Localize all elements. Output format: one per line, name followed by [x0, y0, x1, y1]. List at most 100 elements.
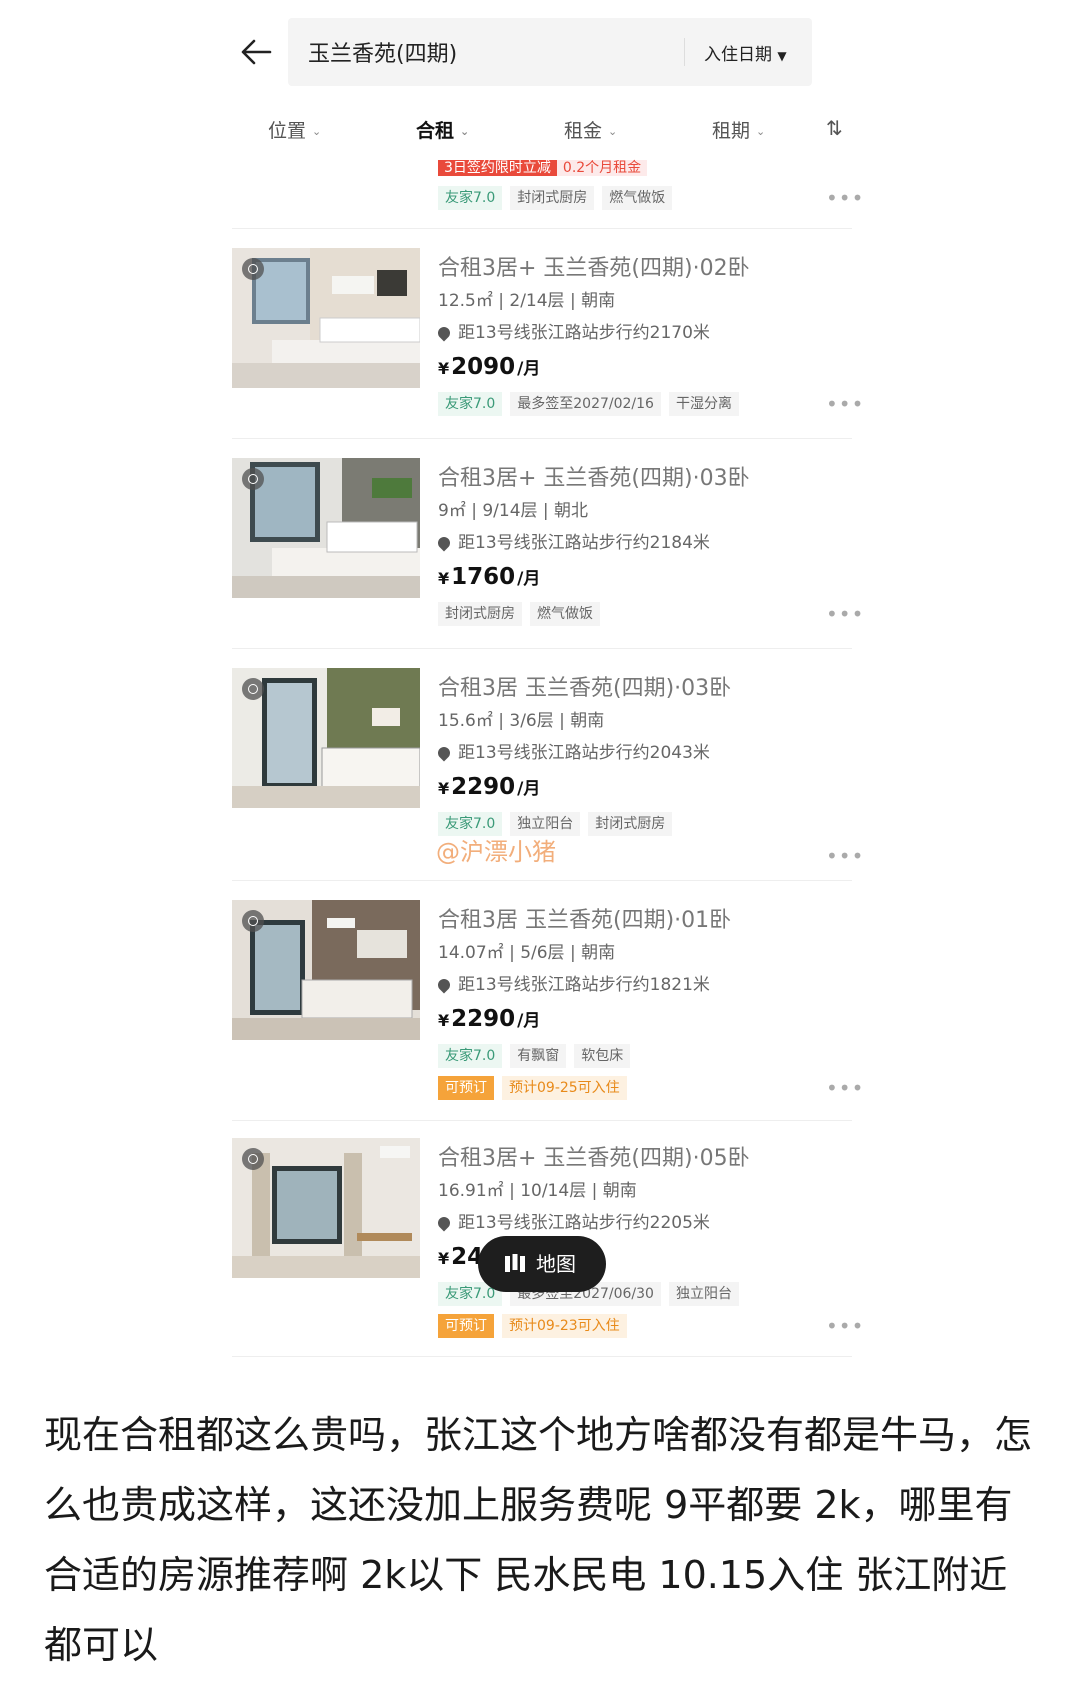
listing-meta: 12.5㎡ | 2/14层 | 朝南 [438, 291, 616, 311]
caret-down-icon: ▼ [777, 49, 787, 63]
more-options-icon[interactable]: ••• [826, 602, 864, 626]
room-photo [232, 1138, 420, 1278]
room-photo [232, 248, 420, 388]
vr-tour-icon [242, 468, 264, 490]
promo-discount-label: 3日签约限时立减 [438, 160, 557, 176]
filter-lease-term[interactable]: 租期 ⌄ [712, 116, 765, 143]
location-pin-icon [435, 1214, 453, 1232]
chevron-down-icon: ⌄ [312, 125, 322, 138]
chevron-down-icon: ⌄ [608, 125, 618, 138]
location-text: 距13号线张江路站步行约2043米 [458, 743, 710, 763]
divider [232, 1356, 852, 1357]
currency-symbol: ¥ [438, 569, 450, 588]
price-value: 2290 [451, 1006, 516, 1032]
more-options-icon[interactable]: ••• [826, 1314, 864, 1338]
more-options-icon[interactable]: ••• [826, 1076, 864, 1100]
tag: 干湿分离 [668, 392, 739, 416]
price-unit: /月 [517, 1011, 541, 1031]
divider [232, 648, 852, 649]
listing-card[interactable]: 合租3居+ 玉兰香苑(四期)·02卧 12.5㎡ | 2/14层 | 朝南 距1… [232, 248, 863, 478]
listing-card[interactable]: 合租3居 玉兰香苑(四期)·01卧 14.07㎡ | 5/6层 | 朝南 距13… [232, 900, 863, 1130]
listing-meta: 15.6㎡ | 3/6层 | 朝南 [438, 711, 605, 731]
tag-list: 友家7.0 最多签至2027/02/16 干湿分离 [438, 392, 739, 416]
listing-price: ¥2090/月 [438, 354, 540, 380]
location-pin-icon [435, 744, 453, 762]
divider [232, 438, 852, 439]
filter-term-label: 租期 [712, 120, 751, 142]
back-arrow-icon[interactable] [236, 32, 276, 72]
tag-list: 友家7.0 封闭式厨房 燃气做饭 [438, 186, 673, 210]
listing-price: ¥2290/月 [438, 1006, 540, 1032]
price-value: 2290 [451, 774, 516, 800]
location-text: 距13号线张江路站步行约2184米 [458, 533, 710, 553]
search-bar[interactable]: 玉兰香苑(四期) 入住日期 ▼ [288, 18, 812, 86]
listing-price: ¥2290/月 [438, 774, 540, 800]
tag: 软包床 [574, 1044, 631, 1068]
listing-location: 距13号线张江路站步行约2205米 [435, 1208, 710, 1233]
move-in-date-dropdown[interactable]: 入住日期 ▼ [704, 40, 787, 65]
tag-list: 封闭式厨房 燃气做饭 [438, 602, 600, 626]
filter-location[interactable]: 位置 ⌄ [268, 116, 321, 143]
listing-location: 距13号线张江路站步行约2043米 [435, 738, 710, 763]
listing-price: ¥1760/月 [438, 564, 540, 590]
promo-amount: 0.2个月租金 [556, 160, 648, 176]
tag: 最多签至2027/02/16 [510, 392, 661, 416]
more-options-icon[interactable]: ••• [826, 186, 864, 210]
listing-meta: 9㎡ | 9/14层 | 朝北 [438, 501, 589, 521]
promo-banner: 3日签约限时立减 0.2个月租金 [438, 157, 648, 179]
filter-shared-label: 合租 [416, 120, 455, 142]
filter-location-label: 位置 [268, 120, 307, 142]
tag: 友家7.0 [438, 186, 503, 210]
room-photo [232, 668, 420, 808]
tag: 友家7.0 [438, 1044, 503, 1068]
listing-location: 距13号线张江路站步行约2170米 [435, 318, 710, 343]
listing-location: 距13号线张江路站步行约2184米 [435, 528, 710, 553]
room-photo [232, 900, 420, 1040]
map-view-button[interactable]: 地图 [478, 1236, 606, 1292]
listing-title: 合租3居+ 玉兰香苑(四期)·05卧 [438, 1146, 750, 1171]
location-text: 距13号线张江路站步行约1821米 [458, 975, 710, 995]
price-unit: /月 [517, 779, 541, 799]
divider [232, 880, 852, 881]
sort-icon[interactable]: ⇅ [826, 116, 843, 140]
more-options-icon[interactable]: ••• [826, 844, 864, 868]
tag: 封闭式厨房 [510, 186, 595, 210]
listing-meta: 14.07㎡ | 5/6层 | 朝南 [438, 943, 616, 963]
divider [232, 228, 852, 229]
listing-title: 合租3居 玉兰香苑(四期)·01卧 [438, 908, 732, 933]
availability-tags: 可预订 预计09-25可入住 [438, 1076, 627, 1100]
currency-symbol: ¥ [438, 779, 450, 798]
vr-tour-icon [242, 258, 264, 280]
filter-rent-label: 租金 [564, 120, 603, 142]
price-unit: /月 [517, 569, 541, 589]
listing-card[interactable]: 合租3居+ 玉兰香苑(四期)·03卧 9㎡ | 9/14层 | 朝北 距13号线… [232, 458, 863, 688]
price-unit: /月 [517, 359, 541, 379]
listing-title: 合租3居+ 玉兰香苑(四期)·02卧 [438, 256, 750, 281]
vr-tour-icon [242, 1148, 264, 1170]
price-value: 2090 [451, 354, 516, 380]
chevron-down-icon: ⌄ [756, 125, 766, 138]
chevron-down-icon: ⌄ [460, 125, 470, 138]
filter-shared-rent[interactable]: 合租 ⌄ [416, 116, 469, 143]
bookable-badge: 可预订 [438, 1076, 494, 1100]
location-pin-icon [435, 324, 453, 342]
vr-tour-icon [242, 678, 264, 700]
room-photo [232, 458, 420, 598]
map-button-label: 地图 [536, 1252, 576, 1276]
move-in-estimate: 预计09-23可入住 [502, 1314, 627, 1338]
location-pin-icon [435, 534, 453, 552]
more-options-icon[interactable]: ••• [826, 392, 864, 416]
currency-symbol: ¥ [438, 359, 450, 378]
tag: 独立阳台 [668, 1282, 739, 1306]
tag: 燃气做饭 [602, 186, 673, 210]
location-text: 距13号线张江路站步行约2205米 [458, 1213, 710, 1233]
tag: 有飘窗 [510, 1044, 567, 1068]
bookable-badge: 可预订 [438, 1314, 494, 1338]
filter-rent-price[interactable]: 租金 ⌄ [564, 116, 617, 143]
tag: 燃气做饭 [530, 602, 600, 626]
price-value: 1760 [451, 564, 516, 590]
currency-symbol: ¥ [438, 1249, 450, 1268]
location-pin-icon [435, 976, 453, 994]
divider [232, 1120, 852, 1121]
currency-symbol: ¥ [438, 1011, 450, 1030]
